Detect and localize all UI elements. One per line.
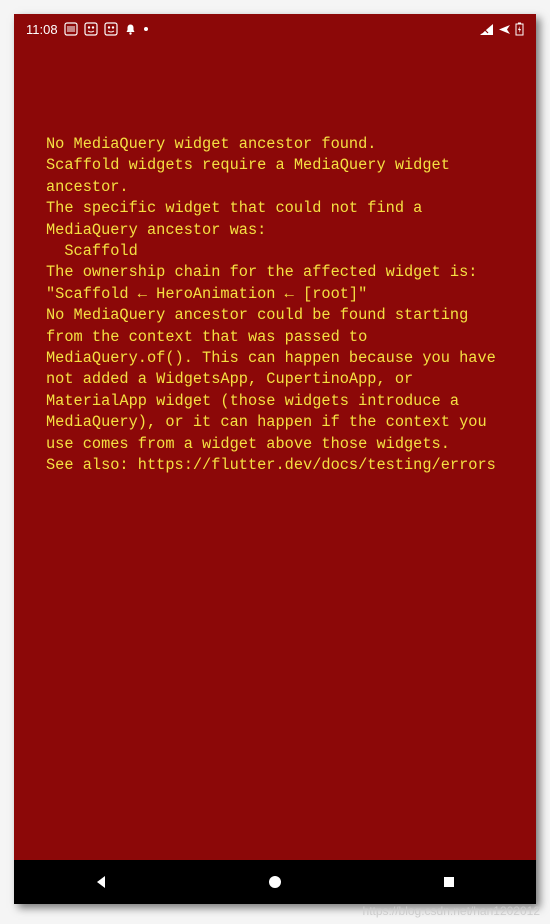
status-bar-right [479, 22, 524, 36]
app-icon-2 [104, 22, 118, 36]
home-button[interactable] [235, 860, 315, 904]
airplane-icon [498, 23, 511, 36]
status-bar-left: 11:08 [26, 22, 149, 37]
recent-button[interactable] [409, 860, 489, 904]
bell-icon [124, 23, 137, 36]
battery-icon [515, 22, 524, 36]
error-screen: No MediaQuery widget ancestor found. Sca… [14, 44, 536, 860]
nav-bar [14, 860, 536, 904]
list-icon [64, 22, 78, 36]
app-icon-1 [84, 22, 98, 36]
back-button[interactable] [61, 860, 141, 904]
dot-icon [143, 26, 149, 32]
watermark: https://blog.csdn.net/han1202012 [363, 904, 540, 918]
device-frame: 11:08 [14, 14, 536, 904]
status-bar: 11:08 [14, 14, 536, 44]
status-time: 11:08 [26, 22, 58, 37]
signal-icon [479, 23, 494, 36]
error-message: No MediaQuery widget ancestor found. Sca… [46, 134, 504, 477]
